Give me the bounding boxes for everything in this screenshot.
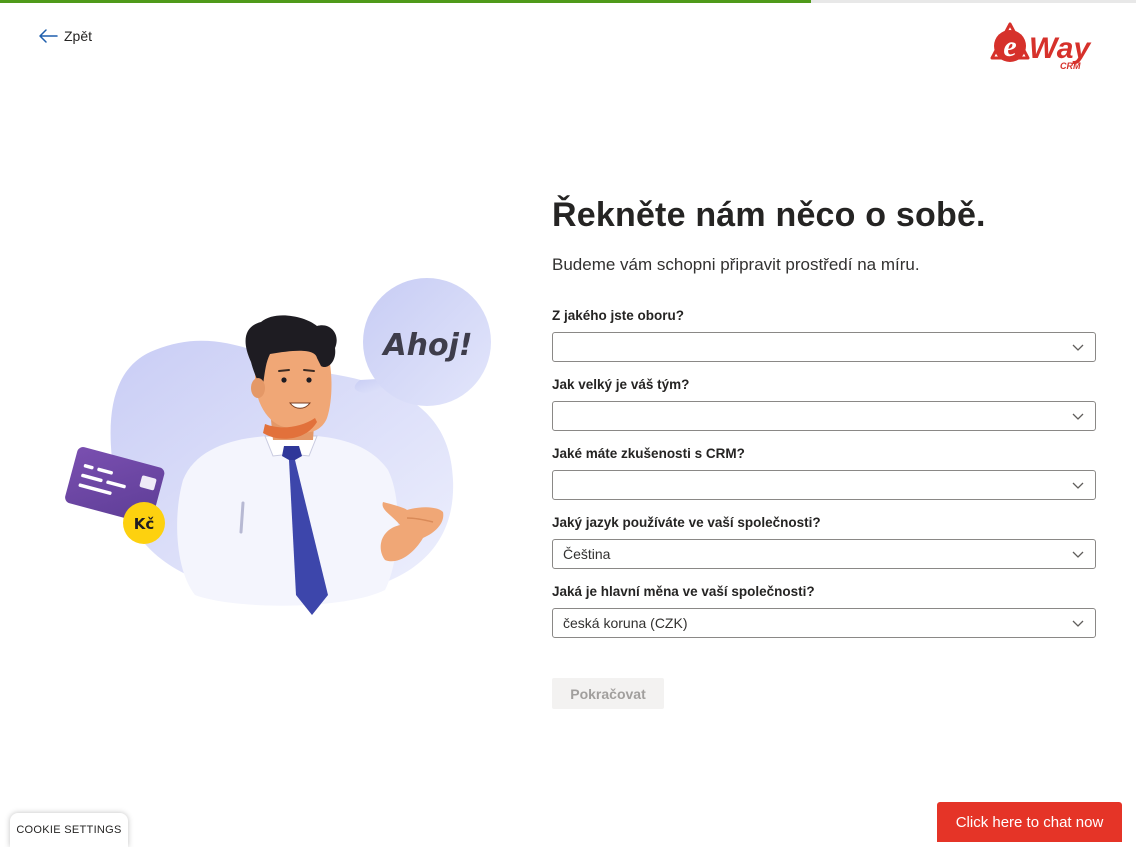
chat-button[interactable]: Click here to chat now xyxy=(937,802,1122,842)
continue-button[interactable]: Pokračovat xyxy=(552,678,664,709)
field-team-size: Jak velký je váš tým? xyxy=(552,375,1096,431)
chevron-down-icon xyxy=(1072,413,1084,420)
progress-bar-fill xyxy=(0,0,812,3)
back-label: Zpět xyxy=(64,28,93,44)
progress-bar xyxy=(0,0,1136,3)
chevron-down-icon xyxy=(1072,620,1084,627)
currency-select[interactable]: česká koruna (CZK) xyxy=(552,608,1096,638)
logo-sub: CRM xyxy=(1060,61,1081,71)
illustration-person: Ahoj! Kč xyxy=(65,278,491,615)
field-label: Jak velký je váš tým? xyxy=(552,377,690,392)
field-industry: Z jakého jste oboru? xyxy=(552,306,1096,362)
speech-bubble: Ahoj! xyxy=(354,278,491,406)
chevron-down-icon xyxy=(1072,344,1084,351)
language-select[interactable]: Čeština xyxy=(552,539,1096,569)
chevron-down-icon xyxy=(1072,482,1084,489)
field-currency: Jaká je hlavní měna ve vaší společnosti?… xyxy=(552,582,1096,638)
crm-experience-select[interactable] xyxy=(552,470,1096,500)
arrow-left-icon xyxy=(39,29,58,43)
team-size-select[interactable] xyxy=(552,401,1096,431)
page-subtitle: Budeme vám schopni připravit prostředí n… xyxy=(552,255,920,274)
field-language: Jaký jazyk používáte ve vaší společnosti… xyxy=(552,513,1096,569)
speech-text: Ahoj! xyxy=(381,328,472,363)
field-label: Jaký jazyk používáte ve vaší společnosti… xyxy=(552,515,821,530)
back-link[interactable]: Zpět xyxy=(38,28,92,44)
select-value: česká koruna (CZK) xyxy=(563,615,688,631)
select-value: Čeština xyxy=(563,546,611,562)
logo-letter: e xyxy=(1003,30,1016,63)
field-label: Z jakého jste oboru? xyxy=(552,308,685,323)
registration-form: Řekněte nám něco o sobě. Budeme vám scho… xyxy=(552,190,1096,709)
industry-select[interactable] xyxy=(552,332,1096,362)
page-title: Řekněte nám něco o sobě. xyxy=(552,196,986,234)
chevron-down-icon xyxy=(1072,551,1084,558)
eway-crm-logo[interactable]: e Way CRM xyxy=(986,18,1108,74)
field-label: Jaká je hlavní měna ve vaší společnosti? xyxy=(552,584,815,599)
currency-badge: Kč xyxy=(134,515,155,533)
field-label: Jaké máte zkušenosti s CRM? xyxy=(552,446,745,461)
field-crm-experience: Jaké máte zkušenosti s CRM? xyxy=(552,444,1096,500)
